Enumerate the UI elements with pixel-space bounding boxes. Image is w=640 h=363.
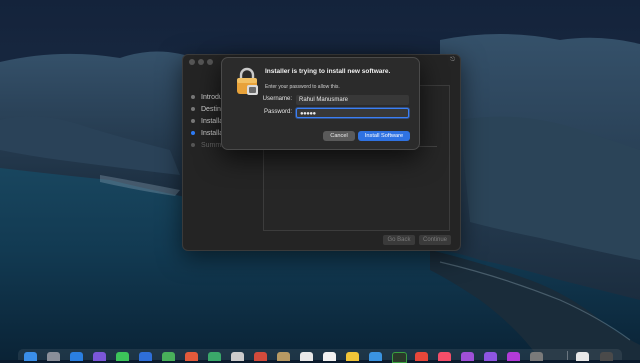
step-indicator (191, 95, 195, 99)
dialog-title: Installer is trying to install new softw… (265, 68, 391, 75)
zoom-window-button[interactable] (207, 59, 213, 65)
step-indicator (191, 131, 195, 135)
continue-button[interactable]: Continue (419, 235, 451, 245)
go-back-button[interactable]: Go Back (383, 235, 415, 245)
cancel-button[interactable]: Cancel (323, 131, 355, 141)
lock-icon (237, 67, 258, 95)
dialog-subtitle: Enter your password to allow this. (265, 84, 340, 90)
activity-monitor-icon[interactable] (392, 352, 407, 363)
install-software-button[interactable]: Install Software (358, 131, 410, 141)
username-field[interactable]: Rahul Manusmare (296, 95, 409, 105)
step-indicator (191, 119, 195, 123)
username-label: Username: (262, 96, 292, 102)
authentication-dialog: Installer is trying to install new softw… (221, 57, 420, 150)
close-window-button[interactable] (189, 59, 195, 65)
password-label: Password: (263, 109, 292, 115)
password-field[interactable]: ●●●●● (296, 108, 409, 118)
minimize-window-button[interactable] (198, 59, 204, 65)
step-indicator (191, 143, 195, 147)
step-indicator (191, 107, 195, 111)
lock-icon: ⎋ (450, 57, 455, 63)
dock-separator (567, 351, 568, 360)
